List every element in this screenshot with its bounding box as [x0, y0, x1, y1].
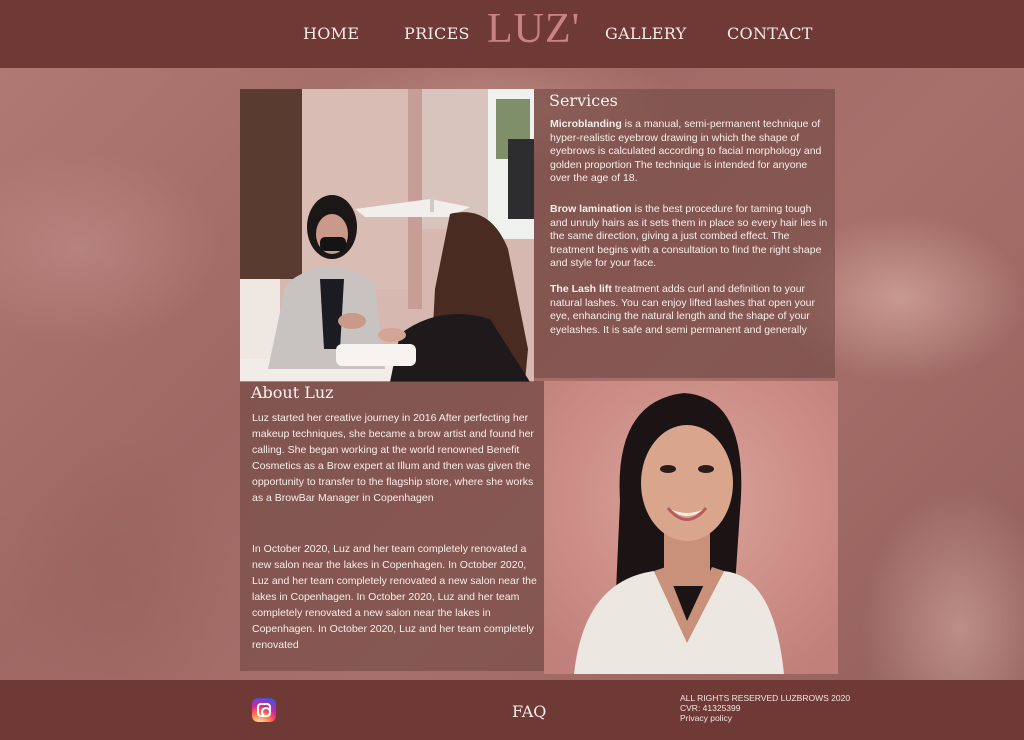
privacy-policy-link[interactable]: Privacy policy [680, 713, 850, 723]
salon-photo [240, 89, 534, 382]
rights-text: ALL RIGHTS RESERVED LUZBROWS 2020 [680, 693, 851, 703]
site-footer: FAQ ALL RIGHTS RESERVED LUZBROWS 2020 CV… [0, 680, 1024, 740]
about-paragraph-1: Luz started her creative journey in 2016… [252, 412, 534, 504]
service-name: Microblanding [550, 118, 622, 130]
cvr-text: CVR: 41325399 [680, 703, 741, 713]
nav-gallery[interactable]: GALLERY [605, 24, 686, 43]
about-title: About Luz [251, 383, 334, 402]
site-logo[interactable]: LUZ' [487, 5, 580, 53]
nav-contact[interactable]: CONTACT [727, 24, 813, 43]
portrait-photo [544, 381, 838, 674]
legal-info: ALL RIGHTS RESERVED LUZBROWS 2020 CVR: 4… [680, 693, 850, 723]
services-title: Services [549, 91, 618, 110]
instagram-icon[interactable] [252, 698, 276, 722]
service-microblading: Microblanding is a manual, semi-permanen… [550, 118, 830, 186]
service-name: The Lash lift [550, 283, 612, 295]
site-header: HOME PRICES LUZ' GALLERY CONTACT [0, 0, 1024, 68]
service-brow-lamination: Brow lamination is the best procedure fo… [550, 203, 830, 271]
service-name: Brow lamination [550, 203, 632, 215]
service-lash-lift: The Lash lift treatment adds curl and de… [550, 283, 830, 337]
nav-prices[interactable]: PRICES [404, 24, 470, 43]
faq-link[interactable]: FAQ [512, 702, 546, 721]
nav-home[interactable]: HOME [303, 24, 359, 43]
about-paragraph-2: In October 2020, Luz and her team comple… [252, 543, 537, 651]
about-panel: About Luz Luz started her creative journ… [240, 381, 544, 671]
services-panel: Services Microblanding is a manual, semi… [534, 89, 835, 378]
